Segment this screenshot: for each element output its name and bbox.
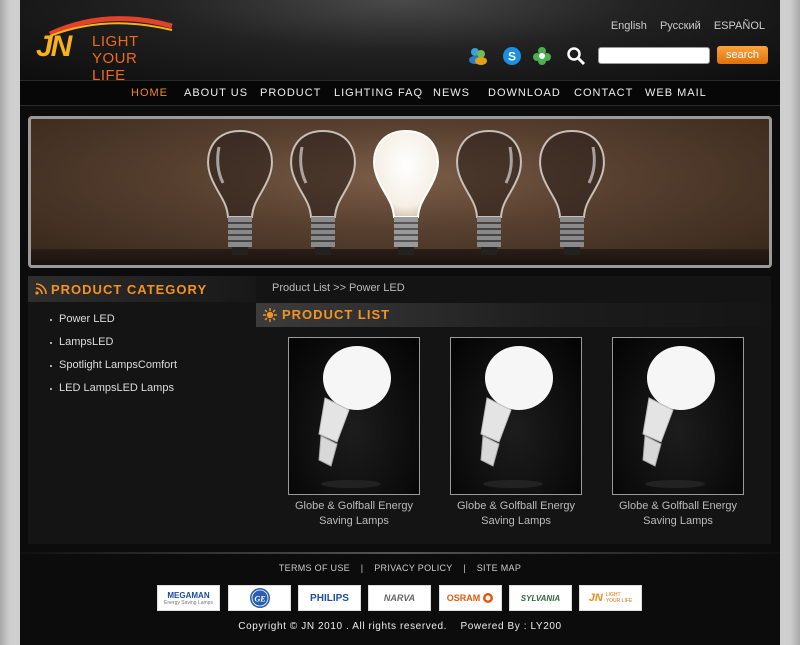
- sun-icon: [263, 308, 277, 322]
- globe-lamp-icon: [642, 346, 715, 488]
- category-item[interactable]: Power LED: [28, 308, 256, 331]
- nav-news[interactable]: NEWS: [433, 87, 470, 99]
- search-input[interactable]: [598, 47, 710, 64]
- product-name-line1: Globe & Golfball Energy: [456, 500, 575, 512]
- lightbulb-icon: [207, 129, 273, 255]
- search-icon[interactable]: [566, 46, 586, 66]
- globe-lamp-icon: [480, 346, 553, 488]
- brand-jn-line2: YOUR LIFE: [605, 598, 633, 604]
- brand-philips[interactable]: PHILIPS: [298, 585, 361, 611]
- product-name-line1: Globe & Golfball Energy: [618, 500, 737, 512]
- brand-jn-tagline: LIGHT YOUR LIFE: [606, 592, 632, 604]
- privacy-policy-link[interactable]: PRIVACY POLICY: [374, 563, 452, 573]
- lit-lightbulb-icon: [373, 129, 439, 255]
- nav-download[interactable]: DOWNLOAD: [488, 87, 561, 99]
- product-card: Globe & Golfball Energy Saving Lamps: [450, 337, 582, 529]
- sidebar: PRODUCT CATEGORY Power LED LampsLED Spot…: [28, 276, 256, 544]
- brand-jn[interactable]: JN LIGHT YOUR LIFE: [579, 585, 642, 611]
- category-item[interactable]: Spotlight LampsComfort: [28, 354, 256, 377]
- product-name[interactable]: Globe & Golfball Energy Saving Lamps: [436, 499, 596, 529]
- logo-line1: LIGHT: [92, 33, 139, 50]
- logo-line2: YOUR LIFE: [92, 50, 138, 84]
- copyright-text: Copyright © JN 2010 . All rights reserve…: [238, 621, 448, 632]
- category-title: PRODUCT CATEGORY: [51, 282, 208, 297]
- logo-initials: JN: [36, 30, 72, 63]
- logo[interactable]: JN LIGHT YOUR LIFE: [34, 12, 174, 84]
- powered-by: Powered By : LY200: [460, 621, 562, 632]
- svg-text:S: S: [508, 50, 516, 64]
- product-image[interactable]: [450, 337, 582, 495]
- breadcrumb: Product List >> Power LED: [272, 282, 405, 294]
- main-nav: HOME ABOUT US PRODUCT LIGHTING FAQ NEWS …: [20, 80, 780, 106]
- brand-osram-name: OSRAM: [446, 593, 481, 603]
- product-name[interactable]: Globe & Golfball Energy Saving Lamps: [274, 499, 434, 529]
- osram-bulb-icon: [483, 593, 494, 603]
- product-name-line2: Saving Lamps: [643, 515, 713, 527]
- product-image[interactable]: [612, 337, 744, 495]
- rss-icon: [35, 283, 47, 295]
- qq-icon[interactable]: [532, 46, 552, 66]
- footer-divider: [20, 552, 780, 554]
- product-name[interactable]: Globe & Golfball Energy Saving Lamps: [598, 499, 758, 529]
- nav-lighting-faq[interactable]: LIGHTING FAQ: [334, 87, 423, 99]
- svg-text:GE: GE: [254, 595, 265, 604]
- brand-megaman-sub: Energy Saving Lamps: [164, 599, 213, 606]
- nav-web-mail[interactable]: WEB MAIL: [645, 87, 707, 99]
- brand-narva[interactable]: NARVA: [368, 585, 431, 611]
- footer-separator: |: [463, 563, 466, 573]
- lightbulb-icon: [539, 129, 605, 255]
- product-name-line2: Saving Lamps: [319, 515, 389, 527]
- page: JN LIGHT YOUR LIFE English Русский ESPAÑ…: [20, 0, 780, 645]
- product-image[interactable]: [288, 337, 420, 495]
- lightbulb-icon: [456, 129, 522, 255]
- brand-ge[interactable]: GE: [228, 585, 291, 611]
- skype-icon[interactable]: S: [502, 46, 522, 66]
- category-item[interactable]: LED LampsLED Lamps: [28, 377, 256, 400]
- hero-banner: [28, 116, 772, 268]
- lightbulb-icon: [290, 129, 356, 255]
- ge-logo-icon: GE: [249, 588, 270, 608]
- brand-megaman[interactable]: MEGAMAN Energy Saving Lamps: [157, 585, 220, 611]
- product-name-line1: Globe & Golfball Energy: [294, 500, 413, 512]
- search-button[interactable]: search: [717, 46, 768, 64]
- nav-about-us[interactable]: ABOUT US: [184, 87, 248, 99]
- copyright: Copyright © JN 2010 . All rights reserve…: [20, 621, 780, 632]
- lang-english[interactable]: English: [611, 20, 647, 32]
- category-item[interactable]: LampsLED: [28, 331, 256, 354]
- footer-separator: |: [360, 563, 364, 573]
- globe-lamp-icon: [318, 346, 391, 488]
- site-map-link[interactable]: SITE MAP: [477, 563, 521, 573]
- brand-megaman-name: MEGAMAN: [167, 590, 210, 600]
- category-header: PRODUCT CATEGORY: [28, 276, 256, 302]
- nav-product[interactable]: PRODUCT: [260, 87, 321, 99]
- header: JN LIGHT YOUR LIFE English Русский ESPAÑ…: [20, 0, 780, 84]
- terms-of-use-link[interactable]: TERMS OF USE: [279, 563, 350, 573]
- product-list-header: PRODUCT LIST: [256, 303, 771, 327]
- product-list-title: PRODUCT LIST: [282, 307, 391, 322]
- brand-jn-name: JN: [588, 592, 603, 604]
- brand-osram[interactable]: OSRAM: [439, 585, 502, 611]
- product-card: Globe & Golfball Energy Saving Lamps: [612, 337, 744, 529]
- nav-contact[interactable]: CONTACT: [574, 87, 633, 99]
- lang-spanish[interactable]: ESPAÑOL: [714, 20, 765, 32]
- product-name-line2: Saving Lamps: [481, 515, 551, 527]
- nav-home[interactable]: HOME: [131, 87, 168, 99]
- msn-icon[interactable]: [468, 46, 488, 66]
- product-card: Globe & Golfball Energy Saving Lamps: [288, 337, 420, 529]
- product-list-panel: Product List >> Power LED PRODUCT LIST G…: [256, 276, 771, 544]
- footer-links: TERMS OF USE | PRIVACY POLICY | SITE MAP: [20, 563, 780, 573]
- lang-russian[interactable]: Русский: [660, 20, 701, 32]
- language-switcher: English Русский ESPAÑOL: [601, 20, 765, 32]
- brand-sylvania[interactable]: SYLVANIA: [509, 585, 572, 611]
